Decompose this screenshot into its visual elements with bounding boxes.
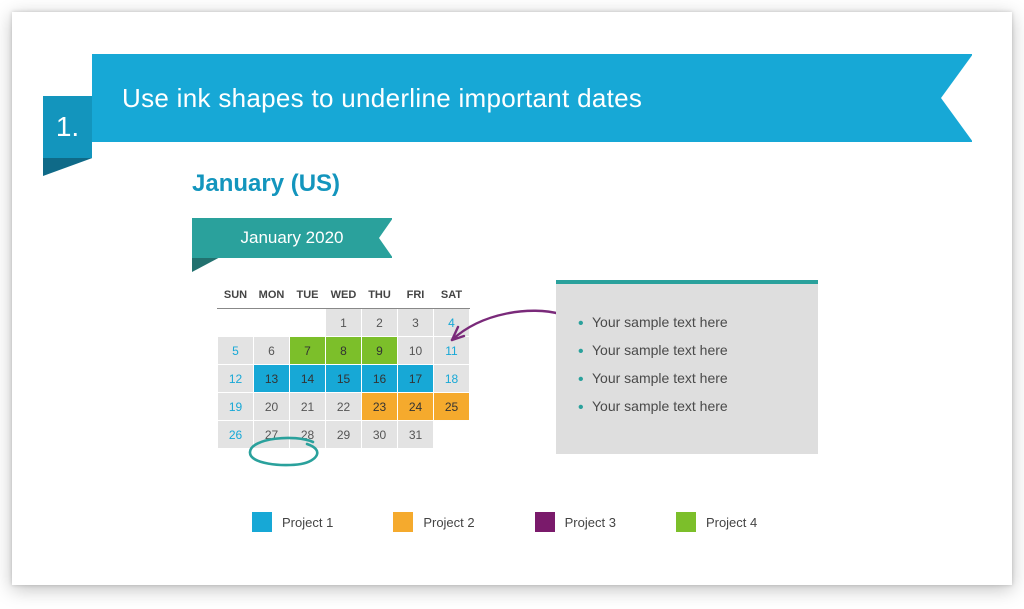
legend-swatch bbox=[535, 512, 555, 532]
calendar-cell: 5 bbox=[218, 337, 254, 365]
calendar-header-cell: FRI bbox=[398, 281, 434, 309]
textbox-item: Your sample text here bbox=[578, 392, 796, 420]
textbox-item: Your sample text here bbox=[578, 336, 796, 364]
calendar-cell bbox=[434, 421, 470, 449]
calendar-cell: 15 bbox=[326, 365, 362, 393]
calendar-cell: 27 bbox=[254, 421, 290, 449]
calendar-cell: 1 bbox=[326, 309, 362, 337]
calendar-cell: 26 bbox=[218, 421, 254, 449]
calendar-cell bbox=[254, 309, 290, 337]
calendar-cell: 31 bbox=[398, 421, 434, 449]
calendar-cell: 20 bbox=[254, 393, 290, 421]
calendar-header-cell: TUE bbox=[290, 281, 326, 309]
calendar-cell: 29 bbox=[326, 421, 362, 449]
legend-swatch bbox=[252, 512, 272, 532]
month-label: January 2020 bbox=[240, 228, 343, 248]
calendar: SUNMONTUEWEDTHUFRISAT 123456789101112131… bbox=[217, 280, 470, 449]
calendar-cell: 11 bbox=[434, 337, 470, 365]
calendar-cell: 16 bbox=[362, 365, 398, 393]
calendar-row: 12131415161718 bbox=[218, 365, 470, 393]
calendar-header-cell: SUN bbox=[218, 281, 254, 309]
calendar-cell: 23 bbox=[362, 393, 398, 421]
calendar-cell: 4 bbox=[434, 309, 470, 337]
calendar-row: 1234 bbox=[218, 309, 470, 337]
calendar-cell: 6 bbox=[254, 337, 290, 365]
calendar-cell: 2 bbox=[362, 309, 398, 337]
month-ribbon: January 2020 bbox=[192, 218, 392, 258]
calendar-cell bbox=[290, 309, 326, 337]
calendar-cell: 8 bbox=[326, 337, 362, 365]
calendar-cell: 17 bbox=[398, 365, 434, 393]
title-number-badge: 1. bbox=[43, 96, 92, 158]
textbox-item: Your sample text here bbox=[578, 308, 796, 336]
calendar-header-cell: SAT bbox=[434, 281, 470, 309]
calendar-cell: 28 bbox=[290, 421, 326, 449]
title-text: Use ink shapes to underline important da… bbox=[122, 83, 642, 114]
calendar-cell: 13 bbox=[254, 365, 290, 393]
calendar-cell: 19 bbox=[218, 393, 254, 421]
calendar-cell: 22 bbox=[326, 393, 362, 421]
legend-item: Project 4 bbox=[676, 512, 757, 532]
textbox-item: Your sample text here bbox=[578, 364, 796, 392]
calendar-row: 19202122232425 bbox=[218, 393, 470, 421]
calendar-cell: 7 bbox=[290, 337, 326, 365]
title-ribbon: Use ink shapes to underline important da… bbox=[92, 54, 972, 142]
legend-label: Project 3 bbox=[565, 515, 616, 530]
legend-label: Project 4 bbox=[706, 515, 757, 530]
legend-item: Project 3 bbox=[535, 512, 616, 532]
calendar-cell: 24 bbox=[398, 393, 434, 421]
calendar-cell: 18 bbox=[434, 365, 470, 393]
calendar-cell: 10 bbox=[398, 337, 434, 365]
legend: Project 1 Project 2 Project 3 Project 4 bbox=[252, 512, 757, 532]
calendar-header-cell: THU bbox=[362, 281, 398, 309]
calendar-cell: 25 bbox=[434, 393, 470, 421]
calendar-cell: 30 bbox=[362, 421, 398, 449]
calendar-header-cell: WED bbox=[326, 281, 362, 309]
slide: Use ink shapes to underline important da… bbox=[12, 12, 1012, 585]
legend-label: Project 2 bbox=[423, 515, 474, 530]
calendar-row: 262728293031 bbox=[218, 421, 470, 449]
title-number-text: 1. bbox=[56, 111, 79, 143]
calendar-cell: 14 bbox=[290, 365, 326, 393]
textbox: Your sample text hereYour sample text he… bbox=[556, 284, 818, 454]
calendar-row: 567891011 bbox=[218, 337, 470, 365]
calendar-header-row: SUNMONTUEWEDTHUFRISAT bbox=[218, 281, 470, 309]
calendar-cell: 9 bbox=[362, 337, 398, 365]
legend-label: Project 1 bbox=[282, 515, 333, 530]
legend-item: Project 1 bbox=[252, 512, 333, 532]
legend-item: Project 2 bbox=[393, 512, 474, 532]
textbox-list: Your sample text hereYour sample text he… bbox=[578, 308, 796, 420]
calendar-header-cell: MON bbox=[254, 281, 290, 309]
legend-swatch bbox=[676, 512, 696, 532]
section-heading: January (US) bbox=[192, 170, 340, 198]
calendar-cell: 3 bbox=[398, 309, 434, 337]
calendar-cell: 21 bbox=[290, 393, 326, 421]
calendar-cell: 12 bbox=[218, 365, 254, 393]
calendar-cell bbox=[218, 309, 254, 337]
legend-swatch bbox=[393, 512, 413, 532]
